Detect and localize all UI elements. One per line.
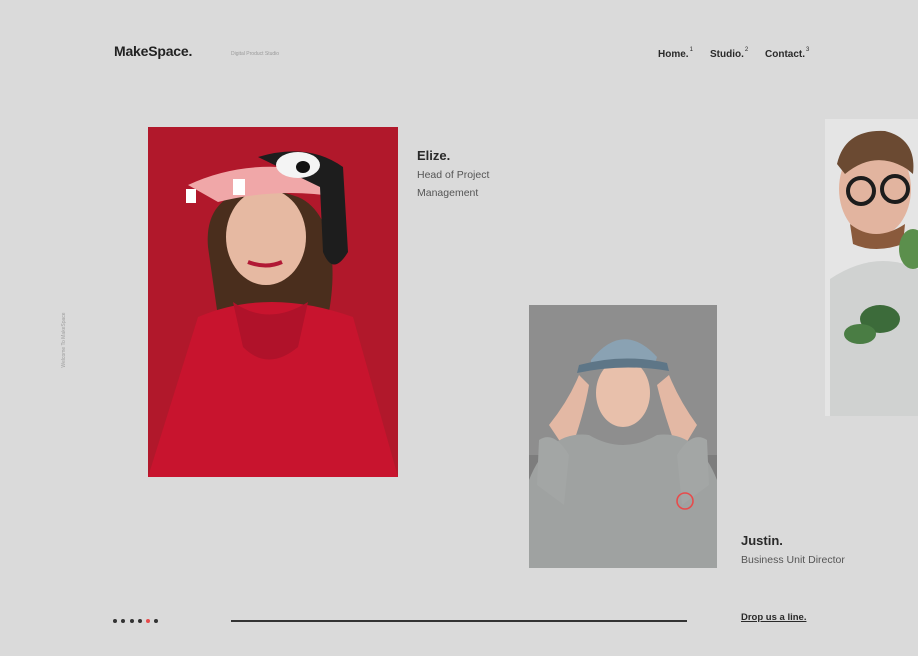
elize-photo[interactable] <box>148 127 398 477</box>
justin-photo[interactable] <box>529 305 717 568</box>
pagination-dot[interactable] <box>129 619 134 623</box>
elize-role: Head of Project Management <box>417 169 490 199</box>
nav-contact-label: Contact. <box>765 49 805 60</box>
nav-home-number: 1 <box>689 47 693 53</box>
nav-home-label: Home. <box>658 49 689 60</box>
pagination-dot[interactable] <box>146 619 151 623</box>
elize-name: Elize. <box>417 148 451 163</box>
justin-name: Justin. <box>741 533 783 548</box>
nav-contact-number: 3 <box>806 47 810 53</box>
pagination-dot[interactable] <box>121 619 126 623</box>
nav-contact[interactable]: Contact.3 <box>765 47 809 60</box>
nav-studio[interactable]: Studio.2 <box>710 47 748 60</box>
contact-cta-link[interactable]: Drop us a line. <box>741 612 806 623</box>
brand-logo[interactable]: MakeSpace. <box>114 43 192 59</box>
pagination-dot[interactable] <box>113 619 117 623</box>
team-photo-next[interactable] <box>825 119 918 416</box>
progress-line <box>231 620 687 622</box>
pagination-dot[interactable] <box>154 619 159 623</box>
nav-studio-number: 2 <box>744 47 749 53</box>
justin-role: Business Unit Director <box>741 554 845 566</box>
nav-home[interactable]: Home.1 <box>658 47 693 60</box>
brand-tagline: Digital Product Studio <box>231 51 280 57</box>
nav-studio-label: Studio. <box>710 49 744 60</box>
pagination-dot[interactable] <box>137 619 142 623</box>
pagination-dots <box>113 619 159 623</box>
side-welcome-text: Welcome To MakeSpace <box>61 312 67 368</box>
